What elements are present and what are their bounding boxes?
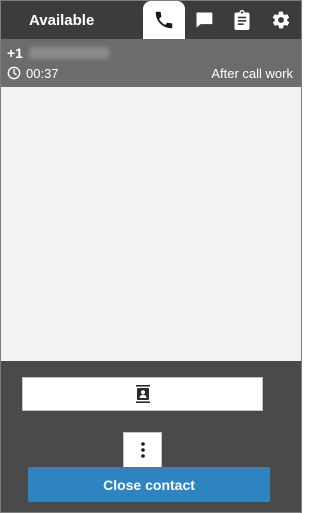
tab-chat[interactable] bbox=[185, 1, 223, 39]
gear-icon bbox=[272, 11, 290, 29]
chat-icon bbox=[196, 12, 213, 28]
quick-connects-button[interactable] bbox=[22, 377, 263, 411]
tab-settings[interactable] bbox=[261, 1, 301, 39]
clock-icon bbox=[7, 66, 21, 80]
clipboard-icon bbox=[234, 10, 250, 30]
phone-icon bbox=[155, 11, 173, 29]
vertical-dots-icon bbox=[140, 442, 145, 458]
phone-number-redacted bbox=[29, 47, 109, 59]
phone-number-prefix: +1 bbox=[7, 45, 23, 61]
call-timer: 00:37 bbox=[26, 66, 59, 81]
ccp-window: Available +1 00:37 After call work Close… bbox=[0, 0, 302, 513]
contact-state: After call work bbox=[211, 66, 293, 81]
close-contact-button[interactable]: Close contact bbox=[28, 467, 270, 502]
contact-details-panel bbox=[1, 87, 301, 361]
more-options-button[interactable] bbox=[123, 432, 162, 468]
contact-card-icon bbox=[135, 385, 150, 403]
tab-tasks[interactable] bbox=[223, 1, 261, 39]
tab-phone[interactable] bbox=[143, 1, 185, 39]
contact-header: +1 00:37 After call work bbox=[1, 39, 301, 87]
top-bar: Available bbox=[1, 1, 301, 39]
agent-status[interactable]: Available bbox=[29, 12, 94, 29]
